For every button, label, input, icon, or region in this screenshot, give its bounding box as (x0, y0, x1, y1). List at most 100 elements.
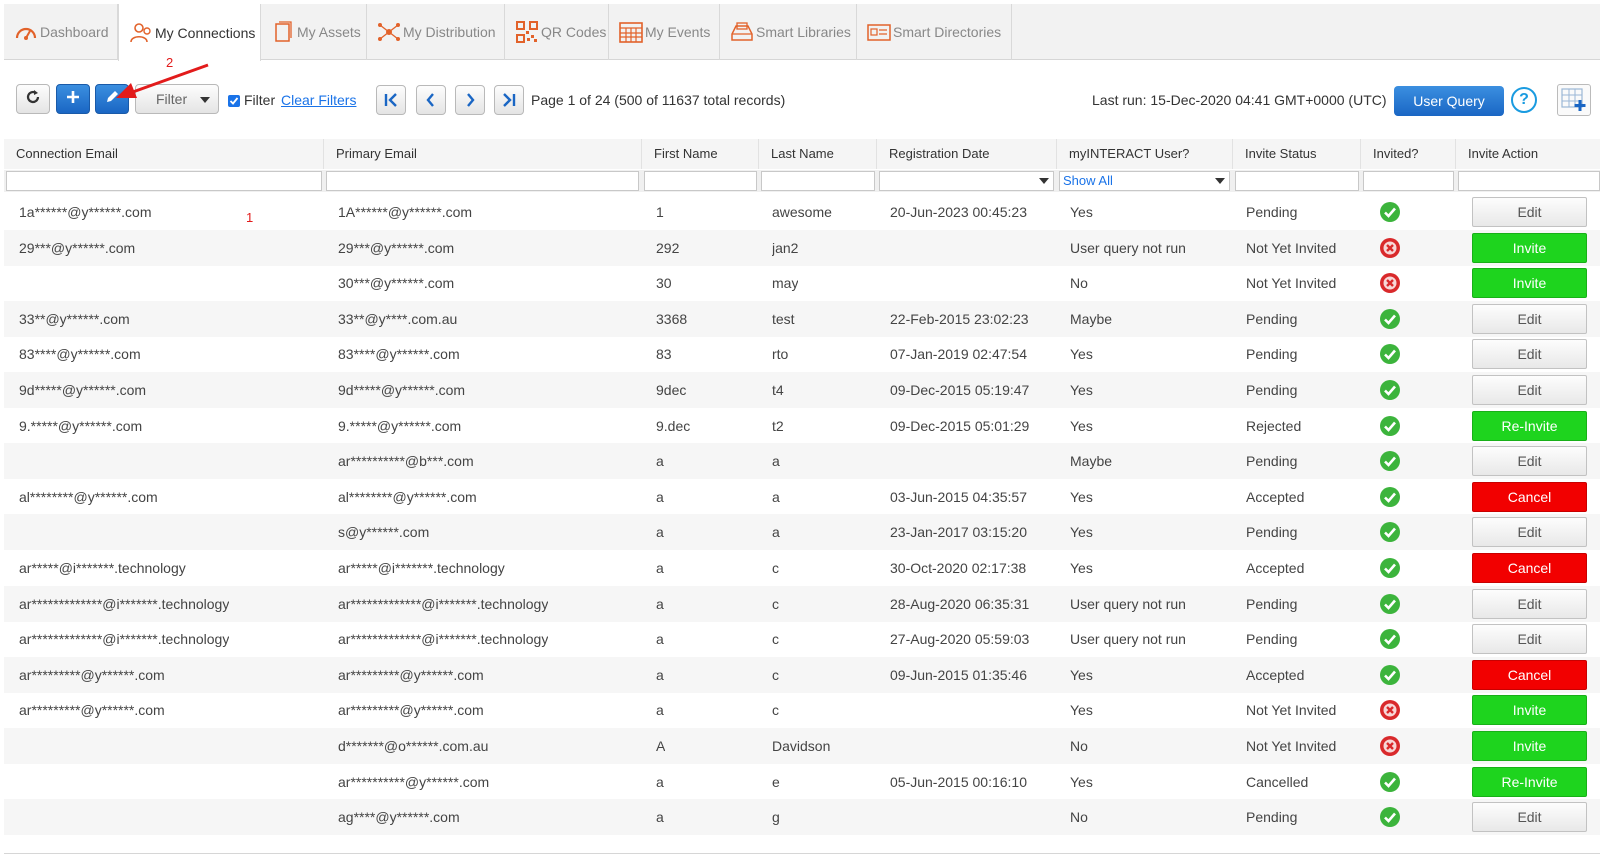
myinteract-user-cell: No (1070, 738, 1088, 754)
myinteract-user-cell: Yes (1070, 702, 1093, 719)
last-name-filter-input[interactable] (761, 171, 875, 191)
annotation-arrow-2 (116, 63, 209, 98)
column-header-primary-email[interactable]: Primary Email (324, 139, 642, 169)
re-invite-button[interactable]: Re-Invite (1472, 766, 1587, 797)
edit-button[interactable]: Edit (1472, 375, 1587, 405)
table-row[interactable]: ag****@y******.com a g No Pending Edit (4, 799, 1600, 836)
first-name-cell: a (656, 453, 664, 470)
primary-email-cell: 1A******@y******.com (338, 204, 473, 220)
first-name-cell: a (656, 488, 664, 505)
first-name-cell: 30 (656, 275, 672, 292)
edit-button[interactable]: Edit (1472, 446, 1587, 477)
table-row[interactable]: ar**********@y******.com a e 05-Jun-2015 00… (4, 764, 1600, 800)
registration-date-cell: 28-Aug-2020 06:35:31 (890, 595, 1030, 612)
registration-date-cell: 09-Dec-2015 05:19:47 (890, 382, 1030, 398)
edit-button[interactable]: Edit (1472, 197, 1587, 227)
table-row[interactable]: 9d*****@y******.com 9d*****@y******.com 9d… (4, 372, 1600, 408)
last-name-cell: c (772, 560, 779, 576)
last-name-cell: awesome (772, 204, 832, 220)
edit-button[interactable]: Edit (1472, 303, 1587, 334)
invited-check-icon (1379, 201, 1401, 223)
invite-button[interactable]: Invite (1472, 695, 1587, 726)
column-header-invite-action[interactable]: Invite Action (1456, 139, 1600, 169)
connection-email-cell: ar*********@y******.com (19, 666, 165, 683)
column-header-last-name[interactable]: Last Name (759, 139, 877, 169)
first-name-filter-input[interactable] (644, 171, 757, 191)
table-row[interactable]: ar*************@i*******.technology ar***… (4, 585, 1600, 622)
first-name-cell: a (656, 524, 664, 541)
table-row[interactable]: 83****@y******.com 83****@y******.com 83 rt… (4, 336, 1600, 372)
myinteract-user-cell: No (1070, 809, 1088, 826)
myinteract-user-filter-select[interactable]: Show All (1059, 171, 1230, 191)
table-row[interactable]: 30***@y******.com 30 may No Not Yet Invited I… (4, 265, 1600, 301)
table-row[interactable]: ar*********@y******.com ar*********@y****… (4, 692, 1600, 728)
cancel-button[interactable]: Cancel (1472, 553, 1587, 583)
invite-button[interactable]: Invite (1472, 232, 1587, 263)
invite-status-cell: Pending (1246, 453, 1298, 470)
invite-action-filter-input[interactable] (1458, 171, 1600, 191)
first-name-cell: a (656, 702, 664, 719)
table-row[interactable]: ar*************@i*******.technology ar***… (4, 621, 1600, 657)
connection-email-cell: ar*****@i*******.technology (19, 560, 186, 576)
invited-check-icon (1379, 379, 1401, 401)
column-header-connection-email[interactable]: Connection Email (4, 139, 324, 169)
table-row[interactable]: 1a******@y******.com 1A******@y******.com… (4, 194, 1600, 230)
invited-check-icon (1379, 806, 1401, 828)
column-header-first-name[interactable]: First Name (642, 139, 759, 169)
cancel-button[interactable]: Cancel (1472, 481, 1587, 512)
table-row[interactable]: ar*****@i*******.technology ar*****@i****… (4, 550, 1600, 586)
myinteract-user-cell: Maybe (1070, 310, 1113, 327)
last-name-cell: e (772, 773, 780, 790)
primary-email-cell: ar*********@y******.com (338, 666, 484, 683)
re-invite-button[interactable]: Re-Invite (1472, 410, 1587, 441)
primary-email-cell: 9d*****@y******.com (338, 382, 466, 398)
primary-email-cell: 83****@y******.com (338, 346, 460, 363)
table-row[interactable]: d*******@o******.com.au A Davidson No Not Ye… (4, 728, 1600, 764)
table-row[interactable]: 29***@y******.com 29***@y******.com 292 jan… (4, 229, 1600, 266)
table-row[interactable]: ar**********@b***.com a a Maybe Pending Edit (4, 443, 1600, 480)
invited-check-icon (1379, 664, 1401, 686)
table-row[interactable]: 33**@y******.com 33**@y****.com.au 3368 tes… (4, 300, 1600, 337)
invite-status-cell: Accepted (1246, 488, 1305, 505)
registration-date-cell: 09-Jun-2015 01:35:46 (890, 666, 1027, 683)
edit-button[interactable]: Edit (1472, 339, 1587, 370)
table-row[interactable]: al********@y******.com al********@y******… (4, 479, 1600, 515)
last-name-cell: jan2 (772, 239, 799, 256)
table-row[interactable]: ar*********@y******.com ar*********@y****… (4, 656, 1600, 693)
first-name-cell: a (656, 666, 664, 683)
column-header-invite-status[interactable]: Invite Status (1233, 139, 1361, 169)
primary-email-filter-input[interactable] (326, 171, 639, 191)
registration-date-filter-select[interactable] (879, 171, 1054, 191)
invite-button[interactable]: Invite (1472, 731, 1587, 761)
edit-button[interactable]: Edit (1472, 624, 1587, 655)
column-header-invited[interactable]: Invited? (1361, 139, 1456, 169)
registration-date-cell: 05-Jun-2015 00:16:10 (890, 773, 1027, 790)
invite-status-cell: Pending (1246, 524, 1298, 541)
invite-status-cell: Pending (1246, 346, 1298, 363)
edit-button[interactable]: Edit (1472, 517, 1587, 548)
column-header-registration-date[interactable]: Registration Date (877, 139, 1057, 169)
invited-filter-input[interactable] (1363, 171, 1454, 191)
invite-status-cell: Not Yet Invited (1246, 239, 1337, 256)
invited-check-icon (1379, 486, 1401, 508)
primary-email-cell: ar*********@y******.com (338, 702, 484, 719)
myinteract-user-cell: Yes (1070, 417, 1093, 434)
cancel-button[interactable]: Cancel (1472, 659, 1587, 690)
registration-date-cell: 23-Jan-2017 03:15:20 (890, 524, 1027, 541)
primary-email-cell: d*******@o******.com.au (338, 738, 489, 754)
connection-email-cell: 33**@y******.com (19, 310, 130, 327)
myinteract-user-cell: User query not run (1070, 631, 1186, 648)
connection-email-cell: ar*************@i*******.technology (19, 595, 230, 612)
primary-email-cell: al********@y******.com (338, 488, 477, 505)
invite-status-filter-input[interactable] (1235, 171, 1359, 191)
column-header-myinteract-user[interactable]: myINTERACT User? (1057, 139, 1233, 169)
invite-button[interactable]: Invite (1472, 268, 1587, 299)
table-row[interactable]: s@y******.com a a 23-Jan-2017 03:15:20 Yes Pe… (4, 514, 1600, 551)
edit-button[interactable]: Edit (1472, 802, 1587, 833)
table-row[interactable]: 9.*****@y******.com 9.*****@y******.com 9.… (4, 408, 1600, 444)
edit-button[interactable]: Edit (1472, 588, 1587, 619)
table-bottom-border (4, 853, 1600, 854)
invite-status-cell: Pending (1246, 204, 1298, 220)
first-name-cell: 1 (656, 204, 664, 220)
connection-email-filter-input[interactable] (6, 171, 322, 191)
